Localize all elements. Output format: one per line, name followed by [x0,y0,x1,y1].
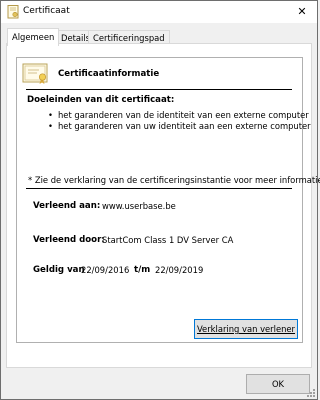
window-title: Certificaat [23,6,70,16]
certificate-info-heading: Certificaatinformatie [58,69,160,79]
issuer-statement-label: Verklaring van verlener [196,324,296,334]
certificate-icon [22,63,48,84]
close-button[interactable]: ✕ [287,1,317,23]
issued-to-value: www.userbase.be [102,201,176,211]
issued-by-label: Verleend door: [33,235,105,245]
divider [26,188,292,189]
valid-from-value: 22/09/2016 [81,265,130,275]
issuer-statement-button[interactable]: Verklaring van verlener [194,319,298,339]
ca-statement-note: * Zie de verklaring van de certificering… [28,175,320,185]
purposes-title: Doeleinden van dit certificaat: [27,95,175,105]
divider [26,89,292,90]
purposes-list: het garanderen van de identiteit van een… [48,110,311,132]
valid-to-value: 22/09/2019 [155,265,204,275]
ok-button[interactable]: OK [246,374,310,394]
list-item: het garanderen van uw identiteit aan een… [48,121,311,132]
close-icon: ✕ [297,5,307,18]
title-bar: Certificaat ✕ [1,1,317,23]
issued-by-value: StartCom Class 1 DV Server CA [102,235,234,245]
certificate-icon [7,5,19,19]
list-item: het garanderen van de identiteit van een… [48,110,311,121]
tab-algemeen[interactable]: Algemeen [7,28,60,46]
valid-to-label: t/m [134,265,151,275]
issued-to-label: Verleend aan: [33,201,101,211]
valid-from-label: Geldig van [33,265,85,275]
resize-grip-icon[interactable] [306,388,316,398]
